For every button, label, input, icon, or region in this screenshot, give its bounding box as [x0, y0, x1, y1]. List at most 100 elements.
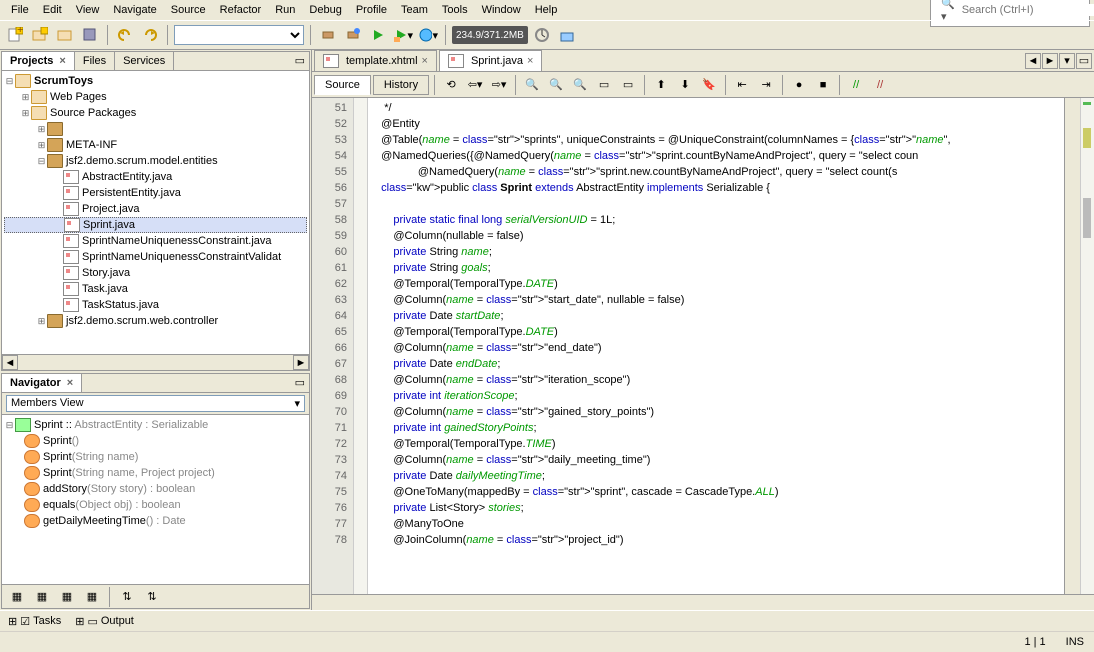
- undo-button[interactable]: [114, 24, 136, 46]
- output-button[interactable]: ⊞▭Output: [71, 614, 138, 629]
- find-prev-button[interactable]: 🔍: [545, 74, 567, 96]
- menu-navigate[interactable]: Navigate: [106, 2, 163, 18]
- nav-filter1[interactable]: ▦: [6, 586, 28, 608]
- macro-record-button[interactable]: ●: [788, 74, 810, 96]
- tab-sprint[interactable]: Sprint.java×: [439, 50, 542, 71]
- close-icon[interactable]: ×: [59, 55, 65, 67]
- menu-profile[interactable]: Profile: [349, 2, 394, 18]
- nav-filter3[interactable]: ▦: [56, 586, 78, 608]
- minimize-icon[interactable]: ▭: [291, 52, 309, 70]
- uncomment-button[interactable]: //: [869, 74, 891, 96]
- toggle-bookmark-button[interactable]: 🔖: [698, 74, 720, 96]
- scroll-left-button[interactable]: ◄: [1025, 53, 1041, 69]
- tree-item[interactable]: TaskStatus.java: [4, 297, 307, 313]
- ide-update-button[interactable]: [556, 24, 578, 46]
- last-edit-button[interactable]: ⟲: [440, 74, 462, 96]
- nav-member[interactable]: Sprint(String name, Project project): [4, 465, 307, 481]
- clean-build-button[interactable]: [342, 24, 364, 46]
- tree-item[interactable]: ⊞Source Packages: [4, 105, 307, 121]
- close-icon[interactable]: ×: [527, 55, 533, 67]
- tree-item[interactable]: ⊞jsf2.demo.scrum.web.controller: [4, 313, 307, 329]
- open-button[interactable]: [54, 24, 76, 46]
- scroll-right-button[interactable]: ►: [1042, 53, 1058, 69]
- save-all-button[interactable]: [79, 24, 101, 46]
- memory-indicator[interactable]: 234.9/371.2MB: [452, 26, 528, 44]
- tree-item[interactable]: ⊞Web Pages: [4, 89, 307, 105]
- close-icon[interactable]: ×: [422, 55, 428, 67]
- tab-template[interactable]: template.xhtml×: [314, 50, 437, 71]
- tasks-button[interactable]: ⊞☑Tasks: [4, 614, 65, 629]
- menu-team[interactable]: Team: [394, 2, 435, 18]
- tree-item[interactable]: Task.java: [4, 281, 307, 297]
- editor-hscroll[interactable]: [312, 594, 1094, 610]
- tab-navigator[interactable]: Navigator×: [2, 374, 82, 392]
- find-sel-button[interactable]: 🔍: [521, 74, 543, 96]
- menu-edit[interactable]: Edit: [36, 2, 69, 18]
- run-button[interactable]: [367, 24, 389, 46]
- tab-services[interactable]: Services: [115, 52, 174, 70]
- toggle-highlight-button[interactable]: ▭: [593, 74, 615, 96]
- menu-file[interactable]: File: [4, 2, 36, 18]
- macro-stop-button[interactable]: ■: [812, 74, 834, 96]
- next-bookmark-button[interactable]: ⬇: [674, 74, 696, 96]
- build-button[interactable]: [317, 24, 339, 46]
- close-icon[interactable]: ×: [67, 377, 73, 389]
- config-combo[interactable]: [174, 25, 304, 45]
- nav-filter4[interactable]: ▦: [81, 586, 103, 608]
- error-stripe[interactable]: [1080, 98, 1094, 594]
- forward-button[interactable]: ⇨▾: [488, 74, 510, 96]
- shift-left-button[interactable]: ⇤: [731, 74, 753, 96]
- menu-debug[interactable]: Debug: [302, 2, 348, 18]
- minimize-icon[interactable]: ▭: [291, 374, 309, 392]
- nav-member[interactable]: Sprint(String name): [4, 449, 307, 465]
- menu-window[interactable]: Window: [475, 2, 528, 18]
- back-button[interactable]: ⇦▾: [464, 74, 486, 96]
- tree-hscroll[interactable]: ◄►: [2, 354, 309, 370]
- nav-sort2[interactable]: ⇅: [141, 586, 163, 608]
- comment-button[interactable]: //: [845, 74, 867, 96]
- tree-item[interactable]: SprintNameUniquenessConstraint.java: [4, 233, 307, 249]
- maximize-button[interactable]: ▭: [1076, 53, 1092, 69]
- navigator-tree[interactable]: ⊟Sprint :: AbstractEntity : Serializable…: [2, 415, 309, 584]
- tree-item[interactable]: AbstractEntity.java: [4, 169, 307, 185]
- profile-button[interactable]: ▾: [417, 24, 439, 46]
- code-content[interactable]: */ @Entity @Table(name = class="str">"sp…: [368, 98, 1064, 594]
- tree-item[interactable]: Story.java: [4, 265, 307, 281]
- debug-button[interactable]: ▾: [392, 24, 414, 46]
- tree-item[interactable]: ⊟jsf2.demo.scrum.model.entities: [4, 153, 307, 169]
- tab-files[interactable]: Files: [75, 52, 115, 70]
- nav-member[interactable]: addStory(Story story) : boolean: [4, 481, 307, 497]
- menu-run[interactable]: Run: [268, 2, 302, 18]
- search-input[interactable]: [962, 4, 1094, 16]
- nav-filter2[interactable]: ▦: [31, 586, 53, 608]
- history-tab[interactable]: History: [373, 75, 429, 95]
- menu-source[interactable]: Source: [164, 2, 213, 18]
- shift-right-button[interactable]: ⇥: [755, 74, 777, 96]
- prev-bookmark-button[interactable]: ⬆: [650, 74, 672, 96]
- nav-sort1[interactable]: ⇅: [116, 586, 138, 608]
- tree-item[interactable]: ⊞META-INF: [4, 137, 307, 153]
- project-root[interactable]: ScrumToys: [34, 75, 93, 87]
- tree-item[interactable]: SprintNameUniquenessConstraintValidat: [4, 249, 307, 265]
- source-tab[interactable]: Source: [314, 75, 371, 95]
- nav-class-name[interactable]: Sprint :: AbstractEntity : Serializable: [34, 419, 208, 431]
- line-gutter[interactable]: 5152535455565758596061626364656667686970…: [312, 98, 354, 594]
- code-editor[interactable]: 5152535455565758596061626364656667686970…: [312, 98, 1094, 594]
- vscroll[interactable]: [1064, 98, 1080, 594]
- gc-button[interactable]: [531, 24, 553, 46]
- tree-item[interactable]: Project.java: [4, 201, 307, 217]
- menu-tools[interactable]: Tools: [435, 2, 475, 18]
- menu-help[interactable]: Help: [528, 2, 565, 18]
- new-project-button[interactable]: [29, 24, 51, 46]
- tabs-dropdown-button[interactable]: ▾: [1059, 53, 1075, 69]
- members-view-combo[interactable]: Members View▾: [6, 395, 305, 412]
- menu-refactor[interactable]: Refactor: [213, 2, 269, 18]
- tree-item[interactable]: ⊞: [4, 121, 307, 137]
- menu-view[interactable]: View: [69, 2, 107, 18]
- tree-item[interactable]: Sprint.java: [4, 217, 307, 233]
- redo-button[interactable]: [139, 24, 161, 46]
- nav-member[interactable]: Sprint(): [4, 433, 307, 449]
- find-next-button[interactable]: 🔍: [569, 74, 591, 96]
- project-tree[interactable]: ⊟ScrumToys ⊞Web Pages⊞Source Packages⊞⊞M…: [2, 71, 309, 354]
- toggle-rect-button[interactable]: ▭: [617, 74, 639, 96]
